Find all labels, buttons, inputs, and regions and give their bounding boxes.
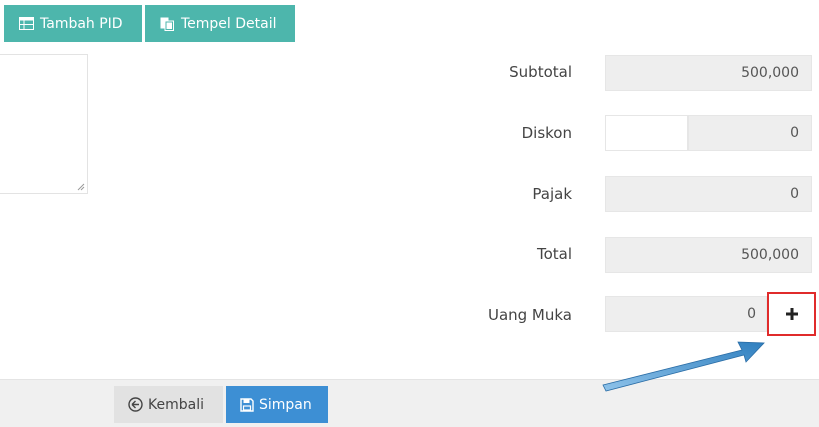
floppy-disk-icon xyxy=(240,397,254,412)
add-down-payment-button[interactable] xyxy=(767,292,816,336)
plus-icon xyxy=(785,308,798,320)
uang-muka-label: Uang Muka xyxy=(487,306,572,324)
diskon-label: Diskon xyxy=(521,124,572,142)
form-footer: Kembali Simpan xyxy=(0,379,819,427)
save-label: Simpan xyxy=(259,396,312,413)
pajak-label: Pajak xyxy=(532,185,572,203)
total-field: 500,000 xyxy=(605,237,812,273)
add-pid-label: Tambah PID xyxy=(40,15,123,32)
add-pid-button[interactable]: Tambah PID xyxy=(4,5,142,42)
subtotal-field: 500,000 xyxy=(605,55,812,91)
uang-muka-value: 0 xyxy=(747,306,756,322)
total-label: Total xyxy=(536,245,572,263)
resize-handle-icon[interactable] xyxy=(77,183,85,191)
diskon-input[interactable] xyxy=(605,115,688,151)
total-value: 500,000 xyxy=(741,247,799,263)
subtotal-label: Subtotal xyxy=(509,63,572,81)
uang-muka-field: 0 xyxy=(605,296,767,332)
paste-icon xyxy=(159,16,175,32)
notes-textarea[interactable] xyxy=(0,54,88,194)
arrow-circle-left-icon xyxy=(128,397,143,412)
back-label: Kembali xyxy=(148,396,204,413)
diskon-value: 0 xyxy=(790,125,799,141)
save-button[interactable]: Simpan xyxy=(226,386,328,423)
paste-detail-label: Tempel Detail xyxy=(181,15,277,32)
pajak-value: 0 xyxy=(790,186,799,202)
paste-detail-button[interactable]: Tempel Detail xyxy=(145,5,295,42)
table-icon xyxy=(18,16,34,32)
subtotal-value: 500,000 xyxy=(741,65,799,81)
back-button[interactable]: Kembali xyxy=(114,386,223,423)
pajak-field: 0 xyxy=(605,176,812,212)
diskon-amount-field: 0 xyxy=(688,115,812,151)
